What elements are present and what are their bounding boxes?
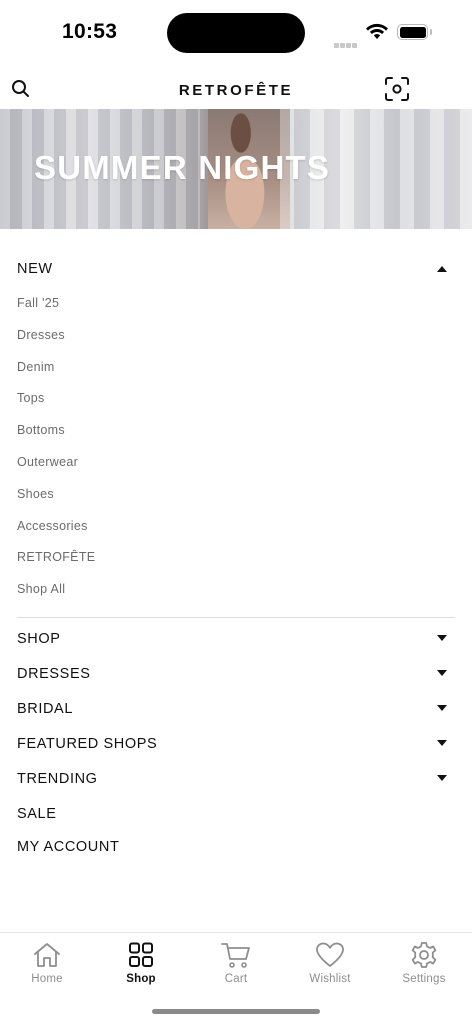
submenu-item-accessories[interactable]: Accessories <box>0 511 472 543</box>
category-bridal-label: BRIDAL <box>17 700 73 717</box>
heart-icon <box>316 942 344 967</box>
chevron-down-icon <box>437 634 447 641</box>
submenu-item-dresses[interactable]: Dresses <box>0 320 472 352</box>
status-time: 10:53 <box>62 20 118 43</box>
submenu-item-tops[interactable]: Tops <box>0 383 472 415</box>
scan-icon[interactable] <box>384 76 410 102</box>
home-icon <box>34 943 60 967</box>
tab-cart-label: Cart <box>224 973 248 985</box>
category-dresses-label: DRESSES <box>17 665 91 682</box>
chevron-down-icon <box>437 669 447 676</box>
chevron-up-icon <box>437 266 447 272</box>
submenu-item-shop-all[interactable]: Shop All <box>0 574 472 606</box>
category-trending[interactable]: TRENDING <box>0 760 472 795</box>
promo-banner[interactable]: SUMMER NIGHTS <box>0 109 472 229</box>
cart-icon <box>221 943 250 968</box>
chevron-down-icon <box>437 739 447 746</box>
home-indicator <box>152 1009 320 1014</box>
chevron-down-icon <box>437 704 447 711</box>
category-dresses[interactable]: DRESSES <box>0 655 472 690</box>
tab-wishlist[interactable]: Wishlist <box>283 941 377 985</box>
submenu-item-denim[interactable]: Denim <box>0 352 472 384</box>
category-featured-shops[interactable]: FEATURED SHOPS <box>0 725 472 760</box>
tab-cart[interactable]: Cart <box>189 941 283 985</box>
category-menu: NEW Fall '25 Dresses Denim Tops Bottoms … <box>0 248 472 863</box>
submenu-item-bottoms[interactable]: Bottoms <box>0 415 472 447</box>
gear-icon <box>411 942 437 968</box>
tab-home[interactable]: Home <box>0 941 94 985</box>
app-header: RETROFÊTE <box>0 66 472 110</box>
tab-shop-label: Shop <box>126 973 156 985</box>
tab-wishlist-label: Wishlist <box>309 973 351 985</box>
category-shop-label: SHOP <box>17 630 61 647</box>
battery-icon <box>397 24 432 40</box>
tab-home-label: Home <box>31 973 63 985</box>
grid-icon <box>129 942 153 967</box>
category-sale[interactable]: SALE <box>0 795 472 828</box>
submenu-item-retrofete[interactable]: RETROFÊTE <box>0 542 472 574</box>
tab-settings[interactable]: Settings <box>377 941 471 985</box>
category-trending-label: TRENDING <box>17 770 98 787</box>
submenu-item-fall-25[interactable]: Fall '25 <box>0 288 472 320</box>
category-sale-label: SALE <box>17 805 57 822</box>
wifi-icon <box>366 23 388 39</box>
category-my-account-label: MY ACCOUNT <box>17 838 120 855</box>
chevron-down-icon <box>437 774 447 781</box>
banner-title: SUMMER NIGHTS <box>34 149 331 186</box>
submenu-item-outerwear[interactable]: Outerwear <box>0 447 472 479</box>
section-new-label: NEW <box>17 261 53 277</box>
section-new-header[interactable]: NEW <box>0 248 472 288</box>
tab-shop[interactable]: Shop <box>94 941 188 985</box>
tab-settings-label: Settings <box>402 973 446 985</box>
cellular-signal-icon <box>334 35 360 48</box>
dynamic-island <box>167 13 305 53</box>
category-my-account[interactable]: MY ACCOUNT <box>0 828 472 863</box>
category-shop[interactable]: SHOP <box>0 620 472 655</box>
status-bar: 10:53 <box>0 0 472 64</box>
new-submenu: Fall '25 Dresses Denim Tops Bottoms Oute… <box>0 288 472 606</box>
submenu-item-shoes[interactable]: Shoes <box>0 479 472 511</box>
category-bridal[interactable]: BRIDAL <box>0 690 472 725</box>
category-featured-shops-label: FEATURED SHOPS <box>17 735 158 752</box>
